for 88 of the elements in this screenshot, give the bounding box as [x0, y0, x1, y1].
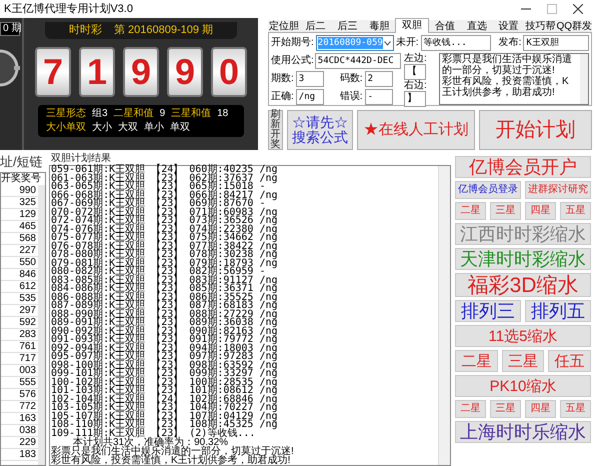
side-button[interactable]: 福彩3D缩水 [455, 273, 591, 297]
tab[interactable]: QQ群发 [556, 20, 592, 33]
message-text: 彩票只是我们生活中娱乐消遣的一部分，切莫过于沉迷! 彩世有风险，投资需谨慎，K王计划供参考，助君成功! [441, 54, 573, 100]
side-button[interactable]: 三星 [490, 202, 521, 220]
tab[interactable]: 技巧帮 [524, 20, 556, 33]
side-button[interactable]: 进群探讨研究 [525, 181, 591, 199]
side-button[interactable]: 五星 [560, 400, 591, 418]
side-button[interactable]: 上海时时乐缩水 [455, 421, 591, 443]
info-text: 大小单双 [46, 120, 86, 134]
input-field[interactable]: K王双胆 [523, 35, 589, 51]
info-text: 三星形态 [46, 106, 86, 120]
field-label: 右边: [404, 80, 428, 91]
window-title: K王亿博代理专用计划V3.0 [3, 2, 134, 17]
side-button[interactable]: 11选5缩水 [455, 325, 591, 347]
info-text: 单小 [144, 120, 164, 134]
knob-icon [0, 48, 20, 88]
side-button[interactable]: 四星 [525, 202, 556, 220]
side-button[interactable]: 二星 [455, 400, 486, 418]
input-field[interactable]: 】 [404, 91, 426, 107]
input-field[interactable]: 3 [296, 71, 324, 87]
digit-reel: 0 [211, 46, 247, 96]
summary-text: 彩票只是我们生活中娱乐消遣的一部分，切莫过于沉迷! [51, 447, 295, 456]
tab[interactable]: 设置 [492, 20, 525, 33]
field-label: 期数: [271, 72, 294, 86]
info-text: 二星和值 [114, 106, 154, 120]
tab[interactable]: 直选 [460, 20, 493, 33]
field-label: 开始期号: [271, 36, 314, 50]
info-text: 18 [217, 106, 228, 120]
field-label: 左边: [404, 53, 428, 64]
info-text: 组3 [92, 106, 108, 120]
tab[interactable]: 双胆 [395, 18, 430, 33]
tab[interactable]: 毒胆 [363, 20, 396, 33]
issue-number: 第 20160809-109 期 [114, 23, 214, 38]
side-button[interactable]: 五星 [560, 202, 591, 220]
side-button[interactable]: 亿博会员开户 [455, 156, 591, 178]
tab[interactable]: 定位胆 [268, 20, 300, 33]
tab[interactable]: 后三 [332, 20, 364, 33]
field-label: 错误: [340, 90, 363, 104]
summary-text: 本计划共31次，准确率为：90.32% [73, 438, 228, 447]
dropdown-value: 20160809-059 [318, 37, 383, 49]
tab[interactable]: 后二 [300, 20, 332, 33]
column-header: 开奖奖号 [1, 173, 42, 185]
side-button[interactable]: 二星 [455, 350, 498, 372]
info-text: 9 [160, 106, 166, 120]
side-button[interactable]: 排列五 [525, 300, 591, 322]
info-text: 大小 [92, 120, 112, 134]
info-text: 三星和值 [171, 106, 212, 120]
digit-reel: 9 [123, 46, 159, 96]
input-field[interactable]: /ng [296, 89, 324, 105]
info-text: 单双 [170, 120, 190, 134]
digit-reel: 7 [35, 46, 71, 96]
digit-reel: 1 [79, 46, 115, 96]
side-button[interactable]: 任五 [548, 350, 592, 372]
result-line: 109-111期:K王双胆 【23】 (2)等收钱... [51, 430, 256, 438]
scrollbar [580, 54, 588, 104]
side-button[interactable]: 二星 [455, 202, 486, 220]
field-label: 发布: [498, 36, 522, 50]
field-label: 使用公式: [271, 54, 314, 68]
info-text: 大双 [118, 120, 138, 134]
side-button[interactable]: 三星 [502, 350, 544, 372]
action-button[interactable]: ★在线人工计划 [357, 110, 475, 150]
input-field[interactable]: 54CDC*442D-DEC [314, 53, 401, 69]
message-box[interactable]: 彩票只是我们生活中娱乐消遣的一部分，切莫过于沉迷! 彩世有风险，投资需谨慎，K王计划供参考，助君成功! [439, 53, 589, 105]
action-button[interactable]: ☆请先☆ 搜索公式 [287, 110, 353, 150]
side-button[interactable]: 三星 [490, 400, 521, 418]
side-button[interactable]: 四星 [525, 400, 556, 418]
panel-title: 址/短链 [0, 153, 44, 171]
tab[interactable]: 合值 [429, 20, 461, 33]
digit-reel: 9 [167, 46, 203, 96]
action-button[interactable]: 刷新开奖 [268, 110, 283, 150]
lottery-name: 时时彩 [68, 23, 102, 38]
field-label: 正确: [271, 90, 294, 104]
close-icon[interactable] [573, 4, 583, 14]
summary-text: 彩世有风险，投资需谨慎，K王计划供参考，助君成功! [51, 456, 292, 465]
input-field[interactable]: 等收钱... [420, 35, 491, 51]
action-button[interactable]: 开始计划 [479, 110, 592, 150]
field-label: 码数: [340, 72, 363, 86]
input-field[interactable]: 2 [364, 71, 393, 87]
side-button[interactable]: PK10缩水 [455, 375, 591, 397]
field-label: 未开: [396, 36, 419, 50]
panel-title: 双胆计划结果 [50, 152, 112, 164]
chevron-down-icon [384, 40, 391, 46]
result-line: 059-061期:K王双胆 【24】 060期:40235 /ng [51, 166, 279, 174]
side-button[interactable]: 排列三 [455, 300, 521, 322]
side-button[interactable]: 亿博会员登录 [455, 181, 521, 199]
period-label: 0 期 [0, 22, 20, 36]
input-field[interactable]: 【 [404, 64, 426, 80]
input-field[interactable]: - [364, 89, 393, 105]
